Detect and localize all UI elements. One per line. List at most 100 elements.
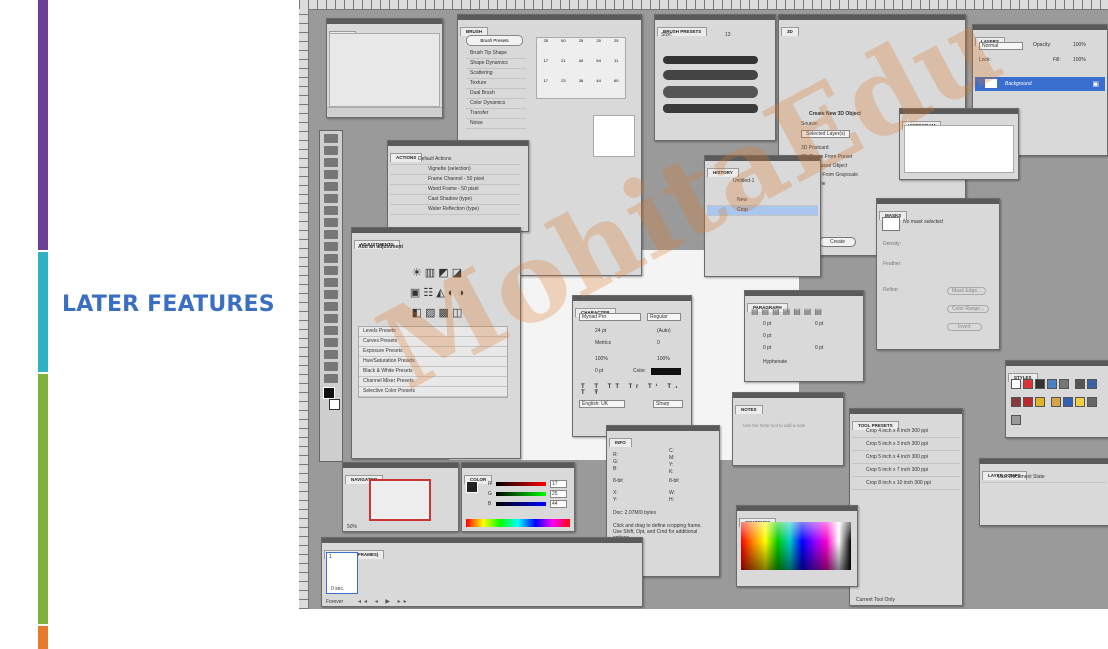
indent-right-field[interactable]: 0 pt <box>815 321 823 327</box>
3d-create-button[interactable]: Create <box>819 237 857 247</box>
layer-comp-item[interactable]: Last Document State <box>982 473 1106 483</box>
eyedropper-tool-icon[interactable] <box>324 194 338 203</box>
healing-tool-icon[interactable] <box>324 206 338 215</box>
preset-item[interactable]: Curves Presets <box>359 337 507 347</box>
hyphenate-checkbox[interactable]: Hyphenate <box>763 359 787 365</box>
fill-value[interactable]: 100% <box>1073 57 1086 63</box>
adjustment-icons[interactable]: ☀ ▥ ◩ ◪ ▣ ☷ ◭ ◐ ◑ ◧ ▨ ▩ ◫ <box>382 263 492 323</box>
blue-slider[interactable] <box>496 502 546 506</box>
frame-delay[interactable]: 0 sec. <box>331 586 344 592</box>
dodge-tool-icon[interactable] <box>324 290 338 299</box>
shape-tool-icon[interactable] <box>324 338 338 347</box>
3d-rotate-tool-icon[interactable] <box>324 350 338 359</box>
tool-preset-item[interactable]: Crop 4 inch x 6 inch 300 ppi <box>852 425 960 438</box>
antialias-select[interactable]: Sharp <box>653 400 683 408</box>
navigator-zoom[interactable]: 50% <box>347 524 357 530</box>
tool-preset-item[interactable]: Crop 5 inch x 4 inch 300 ppi <box>852 451 960 464</box>
notes-tab[interactable]: NOTES <box>735 405 763 414</box>
action-item[interactable]: Vignette (selection) <box>390 165 520 175</box>
styles-grid[interactable] <box>1010 377 1108 431</box>
tool-preset-item[interactable]: Crop 5 inch x 7 inch 300 ppi <box>852 464 960 477</box>
green-value[interactable]: 25 <box>550 490 567 498</box>
space-before-field[interactable]: 0 pt <box>763 345 771 351</box>
brush-option[interactable]: Texture <box>466 79 526 89</box>
text-color-swatch[interactable] <box>651 368 681 375</box>
brush-option[interactable]: Noise <box>466 119 526 129</box>
space-after-field[interactable]: 0 pt <box>815 345 823 351</box>
background-color-swatch[interactable] <box>329 399 340 410</box>
brush-tip-grid[interactable]: 25 50 25 25 25 17 21 40 54 11 17 23 36 44 60 <box>536 37 626 99</box>
horizontal-scale-field[interactable]: 100% <box>657 356 670 362</box>
history-snapshot[interactable]: Untitled-1 <box>733 178 754 184</box>
first-line-field[interactable]: 0 pt <box>763 333 771 339</box>
history-brush-tool-icon[interactable] <box>324 242 338 251</box>
loop-select[interactable]: Forever <box>326 599 343 605</box>
red-value[interactable]: 17 <box>550 480 567 488</box>
foreground-color-chip[interactable] <box>466 481 478 493</box>
text-style-buttons[interactable]: T T TT Tr T¹ T₁ T Ŧ <box>581 384 691 396</box>
brush-option[interactable]: Transfer <box>466 109 526 119</box>
navigator-preview[interactable] <box>369 479 431 521</box>
preset-item[interactable]: Selective Color Presets <box>359 387 507 397</box>
preset-item[interactable]: Channel Mixer Presets <box>359 377 507 387</box>
brush-option[interactable]: Shape Dynamics <box>466 59 526 69</box>
vertical-scale-field[interactable]: 100% <box>595 356 608 362</box>
size-value[interactable]: 13 <box>725 32 731 38</box>
blue-value[interactable]: 44 <box>550 500 567 508</box>
swatches-grid[interactable] <box>741 522 851 570</box>
history-item[interactable]: Crop <box>707 206 818 216</box>
tool-preset-item[interactable]: Crop 8 inch x 10 inch 300 ppi <box>852 477 960 490</box>
brush-option[interactable]: Dual Brush <box>466 89 526 99</box>
red-slider[interactable] <box>496 482 546 486</box>
quick-select-tool-icon[interactable] <box>324 170 338 179</box>
preset-item[interactable]: Hue/Saturation Presets <box>359 357 507 367</box>
action-item[interactable]: Wood Frame - 50 pixel <box>390 185 520 195</box>
foreground-color-swatch[interactable] <box>323 387 335 399</box>
brush-option[interactable]: Scattering <box>466 69 526 79</box>
crop-tool-icon[interactable] <box>324 182 338 191</box>
tracking-field[interactable]: 0 <box>657 340 660 346</box>
font-family-select[interactable]: Myriad Pro <box>579 313 641 321</box>
gradient-tool-icon[interactable] <box>324 266 338 275</box>
action-item[interactable]: Cast Shadow (type) <box>390 195 520 205</box>
hand-tool-icon[interactable] <box>324 362 338 371</box>
color-spectrum[interactable] <box>466 519 570 527</box>
stamp-tool-icon[interactable] <box>324 230 338 239</box>
preset-item[interactable]: Levels Presets <box>359 327 507 337</box>
playback-controls[interactable]: ◂◂ ◂ ▶ ▸▸ <box>358 598 410 605</box>
pen-tool-icon[interactable] <box>324 302 338 311</box>
action-item[interactable]: Frame Channel - 50 pixel <box>390 175 520 185</box>
green-slider[interactable] <box>496 492 546 496</box>
3d-source-select[interactable]: Selected Layer(s) <box>801 130 851 138</box>
marquee-tool-icon[interactable] <box>324 146 338 155</box>
brush-stroke-list[interactable] <box>663 50 758 119</box>
brush-tool-icon[interactable] <box>324 218 338 227</box>
font-style-select[interactable]: Regular <box>647 313 681 321</box>
preset-item[interactable]: Exposure Presets <box>359 347 507 357</box>
blur-tool-icon[interactable] <box>324 278 338 287</box>
leading-field[interactable]: (Auto) <box>657 328 671 334</box>
eraser-tool-icon[interactable] <box>324 254 338 263</box>
mask-edge-button[interactable]: Mask Edge... <box>947 287 987 295</box>
history-item[interactable]: New <box>707 196 818 206</box>
indent-left-field[interactable]: 0 pt <box>763 321 771 327</box>
3d-tab[interactable]: 3D <box>781 27 799 36</box>
path-select-tool-icon[interactable] <box>324 326 338 335</box>
layer-row[interactable]: Background ▣ <box>975 77 1105 91</box>
action-set[interactable]: Default Actions <box>390 155 520 165</box>
action-item[interactable]: Water Reflection (type) <box>390 205 520 215</box>
blend-mode-select[interactable]: Normal <box>979 42 1023 50</box>
opacity-value[interactable]: 100% <box>1073 42 1086 48</box>
animation-frame[interactable]: 1 0 sec. <box>326 552 358 594</box>
language-select[interactable]: English: UK <box>579 400 625 408</box>
preset-item[interactable]: Black & White Presets <box>359 367 507 377</box>
current-tool-only-checkbox[interactable]: Current Tool Only <box>856 597 895 603</box>
lasso-tool-icon[interactable] <box>324 158 338 167</box>
brush-presets-button[interactable]: Brush Presets <box>466 35 523 46</box>
brush-option[interactable]: Brush Tip Shape <box>466 49 526 59</box>
kerning-field[interactable]: Metrics <box>595 340 611 346</box>
brush-option[interactable]: Color Dynamics <box>466 99 526 109</box>
zoom-tool-icon[interactable] <box>324 374 338 383</box>
baseline-field[interactable]: 0 pt <box>595 368 603 374</box>
color-range-button[interactable]: Color Range... <box>947 305 990 313</box>
